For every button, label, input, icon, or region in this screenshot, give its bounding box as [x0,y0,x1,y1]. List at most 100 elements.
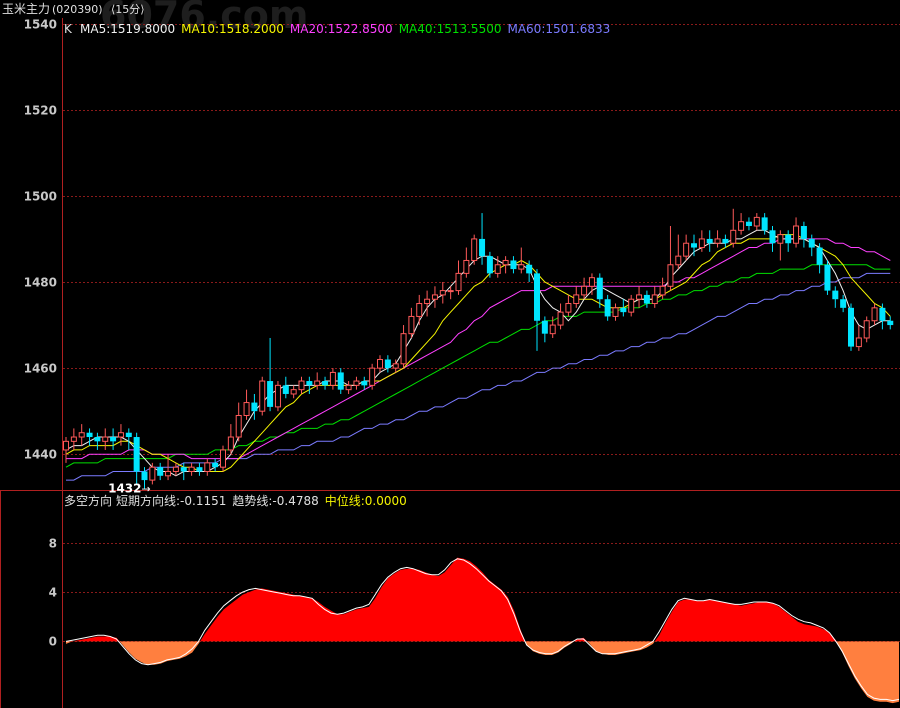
candle-body-down [486,256,493,274]
candle-body-up [235,414,242,438]
chart-canvas: 6076.com 玉米主力 (020390) ⟨15分⟩ 15401520150… [0,0,900,708]
candle [848,303,854,351]
candle-body-down [824,264,831,291]
indicator-tick-label: 8 [49,537,57,551]
candle-body-up [463,259,470,274]
candle-body-up [573,294,580,305]
candle-body-up [675,255,682,266]
candle-body-up [447,290,454,293]
candle [220,445,226,472]
candle-body-down [141,471,148,481]
candle-body-up [793,225,800,244]
legend-ma40: MA40:1513.5500 [399,22,502,36]
candle [863,316,870,343]
ma-legend: K MA5:1519.8000 MA10:1518.2000 MA20:1522.8… [64,22,610,36]
candle-body-up [424,298,431,305]
legend-ma60: MA60:1501.6833 [507,22,610,36]
candle-body-up [730,229,737,244]
candle-body-down [157,467,164,476]
candle [824,260,831,295]
candle-body-down [180,467,187,472]
legend-ma20: MA20:1522.8500 [290,22,393,36]
indicator-legend-trend: 趋势线:-0.4788 [232,494,318,508]
candle-body-up [416,303,423,317]
candle [274,381,281,412]
candle-body-up [738,221,745,231]
candle-body-up [863,320,870,339]
candle-body-down [832,290,839,300]
candle-body-down [761,217,768,231]
candle-body-up [400,333,407,365]
candle-body-up [102,436,109,442]
candle-body-down [596,277,603,300]
candle-body-down [322,381,329,386]
candle-body-down [384,359,391,369]
candle-body-up [274,384,281,408]
candle-body-down [267,381,274,407]
candle-body-up [581,285,588,296]
candle-body-down [526,264,533,274]
candle [369,363,376,390]
candle-body-down [479,238,486,257]
indicator-title: 多空方向 [64,493,112,508]
legend-ma5: MA5:1519.8000 [80,22,175,36]
candle-body-down [361,381,368,386]
price-tick-label: 1480 [24,276,57,290]
candle-body-up [172,466,179,472]
candle-body-up [204,462,211,472]
price-tick-label: 1460 [24,362,57,376]
candle-body-down [534,273,540,321]
candle-body-up [518,264,525,270]
instrument-code: (020390) [52,3,103,16]
legend-ma10: MA10:1518.2000 [181,22,284,36]
price-tick-label: 1500 [24,190,57,204]
indicator-tick-label: 4 [49,586,57,600]
candle-body-down [706,238,713,244]
candle-body-down [808,238,815,248]
candle-body-down [94,437,101,442]
candle-body-down [745,221,752,227]
candle-body-up [220,449,226,468]
legend-prefix: K [64,22,73,36]
price-tick-label: 1540 [24,18,57,32]
candle-body-down [337,372,344,390]
candle-body-up [345,384,352,391]
candle-body-down [282,385,289,394]
candle-body-up [431,294,438,300]
candle-body-up [777,234,784,244]
candle-body-down [691,243,697,248]
candle-body-up [117,432,124,438]
candle-body-up [63,440,69,451]
candle-body-up [353,380,360,386]
candle-body-up [502,259,509,266]
candle [471,234,478,265]
candle-body-up [188,466,195,472]
candle-body-down [133,437,140,472]
candle-body-up [659,285,666,296]
candle-body-up [549,324,556,335]
candle-body-down [125,432,132,438]
indicator-tick-label: 0 [49,635,57,649]
candle-body-down [785,234,792,244]
candle-body-up [392,363,399,369]
price-tick-label: 1520 [24,104,57,118]
candle-body-up [314,380,321,386]
candle-body-down [541,320,548,334]
candle [259,376,266,416]
candle-body-up [871,307,878,322]
candle-body-down [110,437,117,442]
candle-body-down [196,467,203,472]
candle-body-up [377,359,383,369]
candle-body-up [565,303,572,313]
candle-body-up [683,242,690,257]
candle-body-down [840,299,847,308]
indicator-legend-mid: 中位线:0.0000 [325,493,407,508]
candle-body-down [86,432,93,438]
candle-body-up [259,380,266,412]
candle-body-down [722,238,729,244]
candle-body-down [887,320,894,326]
candle-body-down [620,307,627,313]
candle-body-up [588,277,595,287]
indicator-legend-short_line: 短期方向线:-0.1151 [116,493,226,508]
candle-body-up [439,290,446,296]
